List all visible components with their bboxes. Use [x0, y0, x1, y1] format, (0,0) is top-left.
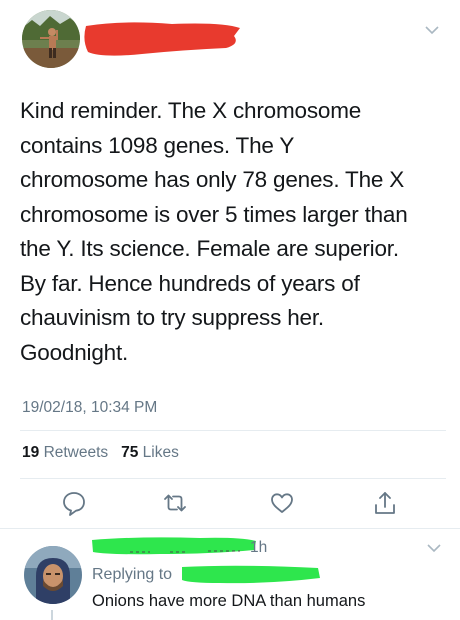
- redacted-reply-author: [92, 537, 256, 555]
- like-count: 75: [121, 444, 139, 461]
- redacted-replied-handle: [182, 565, 320, 584]
- divider: [20, 478, 446, 479]
- divider: [0, 528, 460, 529]
- like-stat[interactable]: 75 Likes: [121, 444, 179, 461]
- replying-to-label: Replying to: [92, 566, 173, 583]
- chevron-down-icon[interactable]: [425, 26, 439, 35]
- retweet-stat[interactable]: 19 Retweets: [22, 444, 108, 461]
- reply-icon[interactable]: [61, 490, 87, 516]
- thread-connector: [51, 610, 53, 620]
- like-icon[interactable]: [269, 490, 295, 516]
- retweet-icon[interactable]: [162, 490, 188, 516]
- retweet-count: 19: [22, 444, 40, 461]
- divider: [20, 430, 446, 431]
- like-label: Likes: [142, 444, 179, 461]
- reply-timestamp[interactable]: 1h: [250, 539, 267, 557]
- retweet-label: Retweets: [43, 444, 109, 461]
- reply-text: Onions have more DNA than humans: [92, 592, 366, 610]
- reply-author-avatar[interactable]: [24, 546, 82, 604]
- tweet-stats: 19 Retweets 75 Likes: [22, 444, 179, 462]
- author-avatar[interactable]: [22, 10, 80, 68]
- tweet-text: Kind reminder. The X chromosome contains…: [20, 98, 408, 365]
- tweet-card: Kind reminder. The X chromosome contains…: [0, 0, 460, 530]
- chevron-down-icon[interactable]: [427, 544, 441, 553]
- redacted-author-name: [84, 22, 241, 56]
- share-icon[interactable]: [372, 490, 398, 516]
- tweet-timestamp[interactable]: 19/02/18, 10:34 PM: [22, 399, 157, 417]
